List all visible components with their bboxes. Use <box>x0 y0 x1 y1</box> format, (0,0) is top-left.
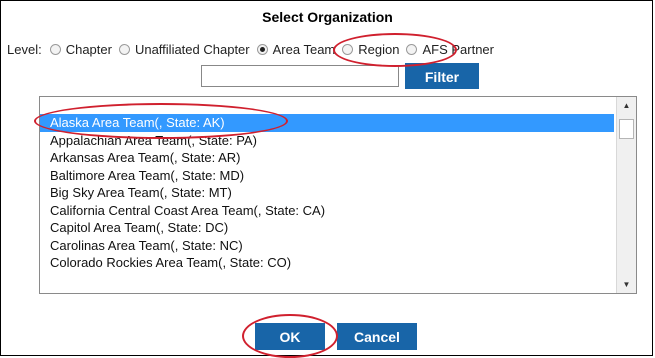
radio-label: Region <box>358 41 400 57</box>
organization-list: Alaska Area Team(, State: AK) Appalachia… <box>40 114 614 272</box>
radio-chapter[interactable]: Chapter <box>49 41 112 57</box>
list-item[interactable]: Alaska Area Team(, State: AK) <box>40 114 614 132</box>
ok-button[interactable]: OK <box>255 323 325 350</box>
list-item[interactable]: Baltimore Area Team(, State: MD) <box>40 167 614 185</box>
scroll-up-arrow-icon[interactable]: ▲ <box>617 97 636 114</box>
level-radio-group: Level: Chapter Unaffiliated Chapter Area… <box>7 39 501 59</box>
list-scrollbar[interactable]: ▲ ▼ <box>616 97 636 293</box>
radio-label: AFS Partner <box>422 41 494 57</box>
radio-label: Unaffiliated Chapter <box>134 41 250 57</box>
list-item[interactable]: California Central Coast Area Team(, Sta… <box>40 202 614 220</box>
radio-label: Chapter <box>65 41 112 57</box>
filter-input[interactable] <box>201 65 399 87</box>
radio-label: Area Team <box>272 41 336 57</box>
list-item[interactable]: Appalachian Area Team(, State: PA) <box>40 132 614 150</box>
list-item[interactable]: Capitol Area Team(, State: DC) <box>40 219 614 237</box>
radio-region[interactable]: Region <box>342 42 399 57</box>
select-organization-dialog: Select Organization Level: Chapter Unaff… <box>0 0 653 356</box>
dialog-title: Select Organization <box>262 9 393 25</box>
level-label: Level: <box>7 41 42 57</box>
radio-afs-partner[interactable]: AFS Partner <box>406 42 494 57</box>
filter-button[interactable]: Filter <box>405 63 479 89</box>
cancel-button[interactable]: Cancel <box>337 323 417 350</box>
organization-listbox[interactable]: Alaska Area Team(, State: AK) Appalachia… <box>39 96 637 294</box>
radio-circle-icon <box>406 43 418 55</box>
list-item[interactable]: Colorado Rockies Area Team(, State: CO) <box>40 254 614 272</box>
radio-area-team[interactable]: Area Team <box>256 41 336 57</box>
radio-circle-icon <box>118 43 130 55</box>
scroll-thumb[interactable] <box>619 119 634 139</box>
radio-circle-icon <box>342 43 354 55</box>
list-item[interactable]: Arkansas Area Team(, State: AR) <box>40 149 614 167</box>
list-item[interactable]: Carolinas Area Team(, State: NC) <box>40 237 614 255</box>
radio-unaffiliated-chapter[interactable]: Unaffiliated Chapter <box>118 41 250 57</box>
list-item[interactable]: Big Sky Area Team(, State: MT) <box>40 184 614 202</box>
radio-circle-icon <box>49 43 61 55</box>
radio-checked-icon <box>256 43 268 55</box>
scroll-down-arrow-icon[interactable]: ▼ <box>617 276 636 293</box>
